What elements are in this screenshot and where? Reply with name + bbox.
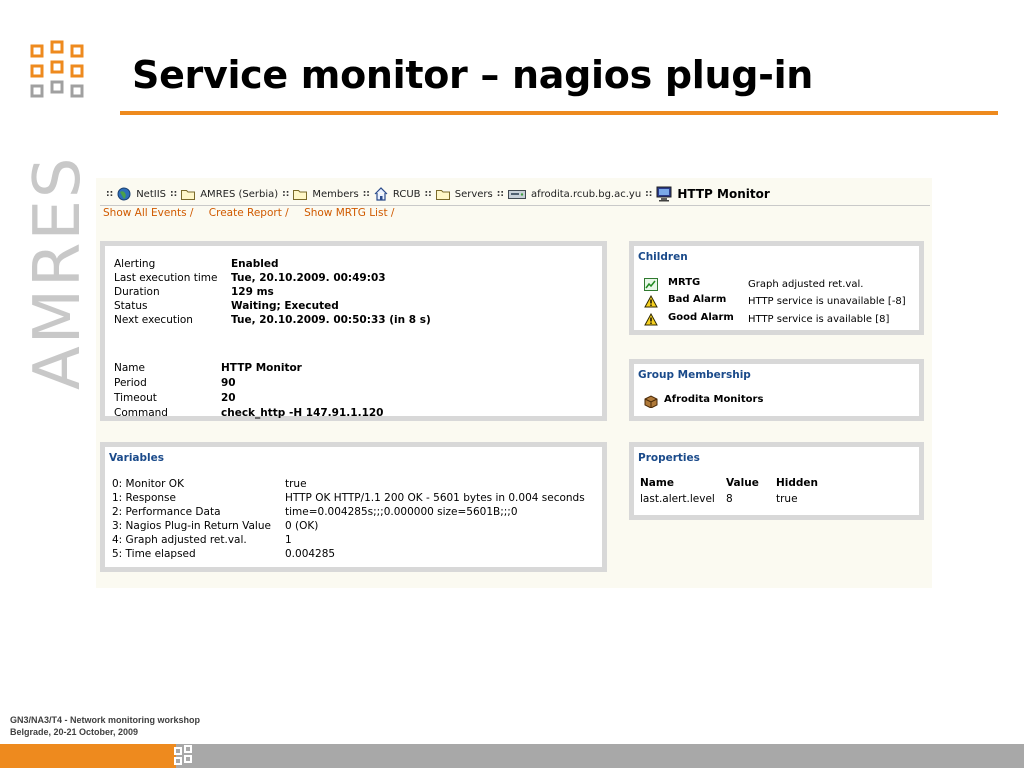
folder-icon — [293, 189, 308, 200]
child-item-label: Bad Alarm — [668, 294, 727, 305]
status-label: Duration — [114, 286, 160, 298]
footer-line-1: GN3/NA3/T4 - Network monitoring workshop — [10, 715, 201, 725]
breadcrumb-item-servers[interactable]: Servers — [435, 189, 493, 200]
children-panel: Children MRTG Graph adjusted ret.val. Ba… — [629, 241, 924, 335]
breadcrumb-item-afrodita[interactable]: afrodita.rcub.bg.ac.yu — [507, 189, 641, 200]
amres-logo-icon — [30, 40, 84, 98]
status-value: Waiting; Executed — [231, 300, 339, 312]
footer-logo-icon — [174, 745, 192, 765]
title-divider — [120, 111, 998, 115]
globe-icon — [117, 187, 131, 201]
group-membership-panel: Group Membership Afrodita Monitors — [629, 359, 924, 421]
status-value: Enabled — [231, 258, 279, 270]
status-value: Tue, 20.10.2009. 00:50:33 (in 8 s) — [231, 314, 431, 326]
breadcrumb-item-members[interactable]: Members — [293, 189, 359, 200]
status-value: 129 ms — [231, 286, 274, 298]
graph-icon — [644, 278, 658, 291]
box-icon — [644, 395, 658, 408]
status-label: Next execution — [114, 314, 193, 326]
config-label: Period — [114, 377, 147, 389]
warning-icon — [644, 313, 658, 326]
warning-icon — [644, 295, 658, 308]
create-report-link[interactable]: Create Report / — [209, 207, 289, 219]
column-header: Hidden — [776, 477, 819, 489]
config-label: Command — [114, 407, 168, 419]
footer-text: GN3/NA3/T4 - Network monitoring workshop… — [10, 714, 200, 738]
breadcrumb-divider — [100, 205, 930, 206]
status-label: Status — [114, 300, 148, 312]
breadcrumb: :: NetIIS :: AMRES (Serbia) :: Members :… — [106, 186, 770, 202]
monitor-icon — [656, 186, 672, 202]
action-links: Show All Events / Create Report / Show M… — [103, 207, 406, 219]
status-label: Last execution time — [114, 272, 218, 284]
child-item-desc: HTTP service is unavailable [-8] — [748, 296, 906, 307]
show-all-events-link[interactable]: Show All Events / — [103, 207, 193, 219]
child-item-desc: HTTP service is available [8] — [748, 314, 890, 325]
slide-title: Service monitor – nagios plug-in — [132, 53, 814, 97]
config-value: HTTP Monitor — [221, 362, 302, 374]
status-panel: Alerting Enabled Last execution time Tue, … — [100, 241, 607, 421]
config-value: 20 — [221, 392, 236, 404]
column-header: Value — [726, 477, 759, 489]
breadcrumb-item-rcub[interactable]: RCUB — [374, 187, 421, 201]
folder-icon — [435, 189, 450, 200]
monitor-screenshot: :: NetIIS :: AMRES (Serbia) :: Members :… — [96, 178, 932, 588]
status-label: Alerting — [114, 258, 156, 270]
show-mrtg-list-link[interactable]: Show MRTG List / — [304, 207, 394, 219]
status-value: Tue, 20.10.2009. 00:49:03 — [231, 272, 386, 284]
footer-bar — [0, 744, 1024, 768]
footer-accent — [0, 744, 176, 768]
config-label: Timeout — [114, 392, 157, 404]
child-item-label: Good Alarm — [668, 312, 734, 323]
config-value: 90 — [221, 377, 236, 389]
properties-title: Properties — [638, 452, 700, 464]
group-item-label: Afrodita Monitors — [664, 394, 764, 405]
variables-title: Variables — [109, 452, 164, 464]
breadcrumb-item-netiis[interactable]: NetIIS — [117, 187, 166, 201]
vertical-brand-text: AMRES — [22, 155, 92, 390]
breadcrumb-item-amres[interactable]: AMRES (Serbia) — [181, 189, 278, 200]
breadcrumb-current: HTTP Monitor — [656, 186, 770, 202]
variables-panel: Variables 0: Monitor OK true 1: Response H… — [100, 442, 607, 572]
column-header: Name — [640, 477, 674, 489]
children-title: Children — [638, 251, 688, 263]
folder-icon — [181, 189, 196, 200]
config-label: Name — [114, 362, 145, 374]
config-value: check_http -H 147.91.1.120 — [221, 407, 384, 419]
server-icon — [507, 189, 526, 199]
house-icon — [374, 187, 388, 201]
properties-panel: Properties Name Value Hidden last.alert.… — [629, 442, 924, 520]
child-item-label: MRTG — [668, 277, 701, 288]
group-membership-title: Group Membership — [638, 369, 751, 381]
footer-line-2: Belgrade, 20-21 October, 2009 — [10, 727, 139, 737]
child-item-desc: Graph adjusted ret.val. — [748, 279, 864, 290]
